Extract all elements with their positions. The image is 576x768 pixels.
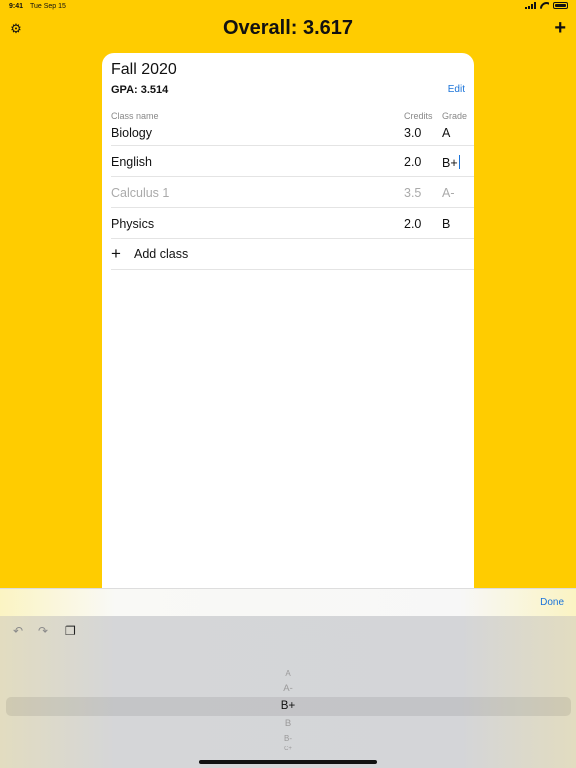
picker-option[interactable]: B bbox=[0, 718, 576, 729]
class-row-calculus[interactable]: Calculus 1 3.5 A- bbox=[111, 177, 474, 208]
class-grade[interactable]: A- bbox=[442, 186, 455, 200]
class-grade[interactable]: B bbox=[442, 217, 450, 231]
class-credits[interactable]: 3.0 bbox=[404, 126, 421, 140]
class-name[interactable]: Biology bbox=[111, 126, 152, 140]
picker-option-selected[interactable]: B+ bbox=[0, 700, 576, 712]
undo-icon[interactable]: ↶ bbox=[13, 624, 23, 638]
add-term-plus-icon[interactable]: + bbox=[554, 18, 566, 38]
status-icons bbox=[525, 2, 568, 9]
class-credits[interactable]: 3.5 bbox=[404, 186, 421, 200]
keyboard-accessory-bar: Done bbox=[0, 588, 576, 616]
status-time: 9:41 bbox=[9, 3, 24, 10]
plus-icon: + bbox=[111, 244, 121, 263]
add-class-button[interactable]: + Add class bbox=[111, 240, 474, 270]
add-class-label: Add class bbox=[134, 247, 189, 261]
overall-gpa-title: Overall: 3.617 bbox=[222, 17, 354, 39]
class-grade[interactable]: A bbox=[442, 126, 450, 140]
redo-icon[interactable]: ↷ bbox=[38, 624, 48, 638]
term-gpa: GPA: 3.514 bbox=[111, 84, 169, 96]
class-credits[interactable]: 2.0 bbox=[404, 155, 421, 169]
picker-option[interactable]: A- bbox=[0, 683, 576, 694]
term-card: Fall 2020 GPA: 3.514 Edit Class name Cre… bbox=[102, 53, 474, 593]
picker-option[interactable]: C+ bbox=[0, 746, 576, 751]
class-row-english[interactable]: English 2.0 B+ bbox=[111, 146, 474, 177]
class-name[interactable]: Calculus 1 bbox=[111, 186, 169, 200]
wifi-icon bbox=[540, 2, 549, 9]
class-row-biology[interactable]: Biology 3.0 A bbox=[111, 115, 474, 146]
status-bar: 9:41 Tue Sep 15 bbox=[0, 0, 576, 14]
done-button[interactable]: Done bbox=[540, 597, 564, 608]
edit-button[interactable]: Edit bbox=[448, 84, 465, 95]
class-grade-active[interactable]: B+ bbox=[442, 155, 460, 170]
home-indicator[interactable] bbox=[199, 760, 377, 764]
grade-picker-panel: ↶ ↷ ❐ A A- B+ B B- C+ bbox=[0, 616, 576, 768]
picker-option[interactable]: B- bbox=[0, 734, 576, 743]
status-date: Tue Sep 15 bbox=[30, 3, 66, 10]
class-name[interactable]: English bbox=[111, 155, 152, 169]
term-title: Fall 2020 bbox=[111, 61, 177, 78]
class-name[interactable]: Physics bbox=[111, 217, 154, 231]
cellular-signal-icon bbox=[525, 2, 536, 9]
screen: 9:41 Tue Sep 15 ⚙ Overall: 3.617 + Fall … bbox=[0, 0, 576, 768]
text-cursor bbox=[458, 155, 460, 169]
class-grade-value: B+ bbox=[442, 156, 458, 170]
battery-icon bbox=[553, 2, 568, 9]
paste-icon[interactable]: ❐ bbox=[65, 624, 76, 638]
picker-option[interactable]: A bbox=[0, 669, 576, 678]
class-credits[interactable]: 2.0 bbox=[404, 217, 421, 231]
class-row-physics[interactable]: Physics 2.0 B bbox=[111, 208, 474, 239]
